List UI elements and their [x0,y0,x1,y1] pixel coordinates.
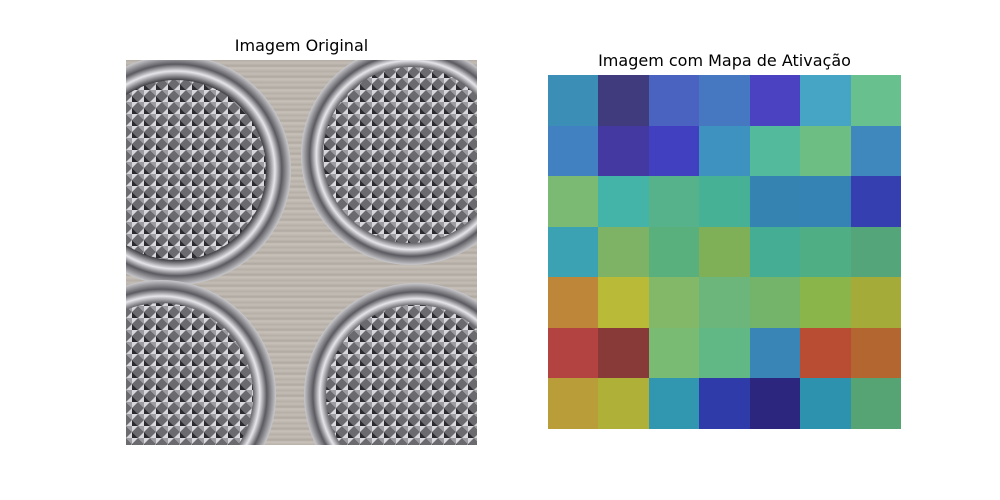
heatmap-cell-3-6 [850,226,901,278]
heatmap-cell-1-6 [850,125,901,177]
heatmap-cell-4-0 [548,277,599,328]
heatmap-cell-6-3 [699,378,750,429]
heatmap-cell-5-4 [749,327,801,379]
heatmap-cell-6-4 [749,378,801,429]
heatmap-cell-1-2 [648,125,700,177]
heatmap-cell-6-0 [548,378,599,429]
heatmap-cell-2-6 [850,176,901,227]
heatmap-cell-0-4 [749,75,801,126]
heatmap-cell-3-0 [548,226,599,278]
heatmap-cell-3-1 [598,226,649,278]
heatmap-cell-4-4 [749,277,801,328]
heatmap-cell-4-1 [598,277,649,328]
heatmap-cell-6-6 [850,378,901,429]
heatmap-cell-1-4 [749,125,801,177]
heatmap-cell-3-3 [699,226,750,278]
heatmap-cell-5-6 [850,327,901,379]
original-image-title: Imagem Original [234,36,369,55]
heatmap-cell-2-3 [699,176,750,227]
heatmap-cell-2-1 [598,176,649,227]
activation-heatmap [548,75,901,429]
heatmap-cell-2-0 [548,176,599,227]
heatmap-cell-3-4 [749,226,801,278]
heatmap-cell-1-0 [548,125,599,177]
heatmap-cell-0-6 [850,75,901,126]
heatmap-cell-5-2 [648,327,700,379]
metal-tactile-studs-photo-icon [126,60,477,445]
heatmap-cell-1-3 [699,125,750,177]
heatmap-cell-4-6 [850,277,901,328]
heatmap-cell-4-3 [699,277,750,328]
heatmap-cell-0-1 [598,75,649,126]
heatmap-cell-0-0 [548,75,599,126]
heatmap-cell-0-5 [800,75,851,126]
original-image [126,60,477,445]
heatmap-cell-2-2 [648,176,700,227]
heatmap-cell-4-2 [648,277,700,328]
heatmap-cell-5-5 [800,327,851,379]
heatmap-cell-0-2 [648,75,700,126]
heatmap-cell-6-5 [800,378,851,429]
heatmap-cell-2-5 [800,176,851,227]
heatmap-cell-4-5 [800,277,851,328]
heatmap-cell-6-2 [648,378,700,429]
heatmap-cell-0-3 [699,75,750,126]
heatmap-cell-6-1 [598,378,649,429]
heatmap-cell-5-3 [699,327,750,379]
heatmap-cell-1-5 [800,125,851,177]
heatmap-cell-2-4 [749,176,801,227]
heatmap-cell-5-1 [598,327,649,379]
heatmap-cell-3-5 [800,226,851,278]
activation-map-title: Imagem com Mapa de Ativação [598,51,851,70]
heatmap-cell-3-2 [648,226,700,278]
heatmap-cell-5-0 [548,327,599,379]
heatmap-cell-1-1 [598,125,649,177]
